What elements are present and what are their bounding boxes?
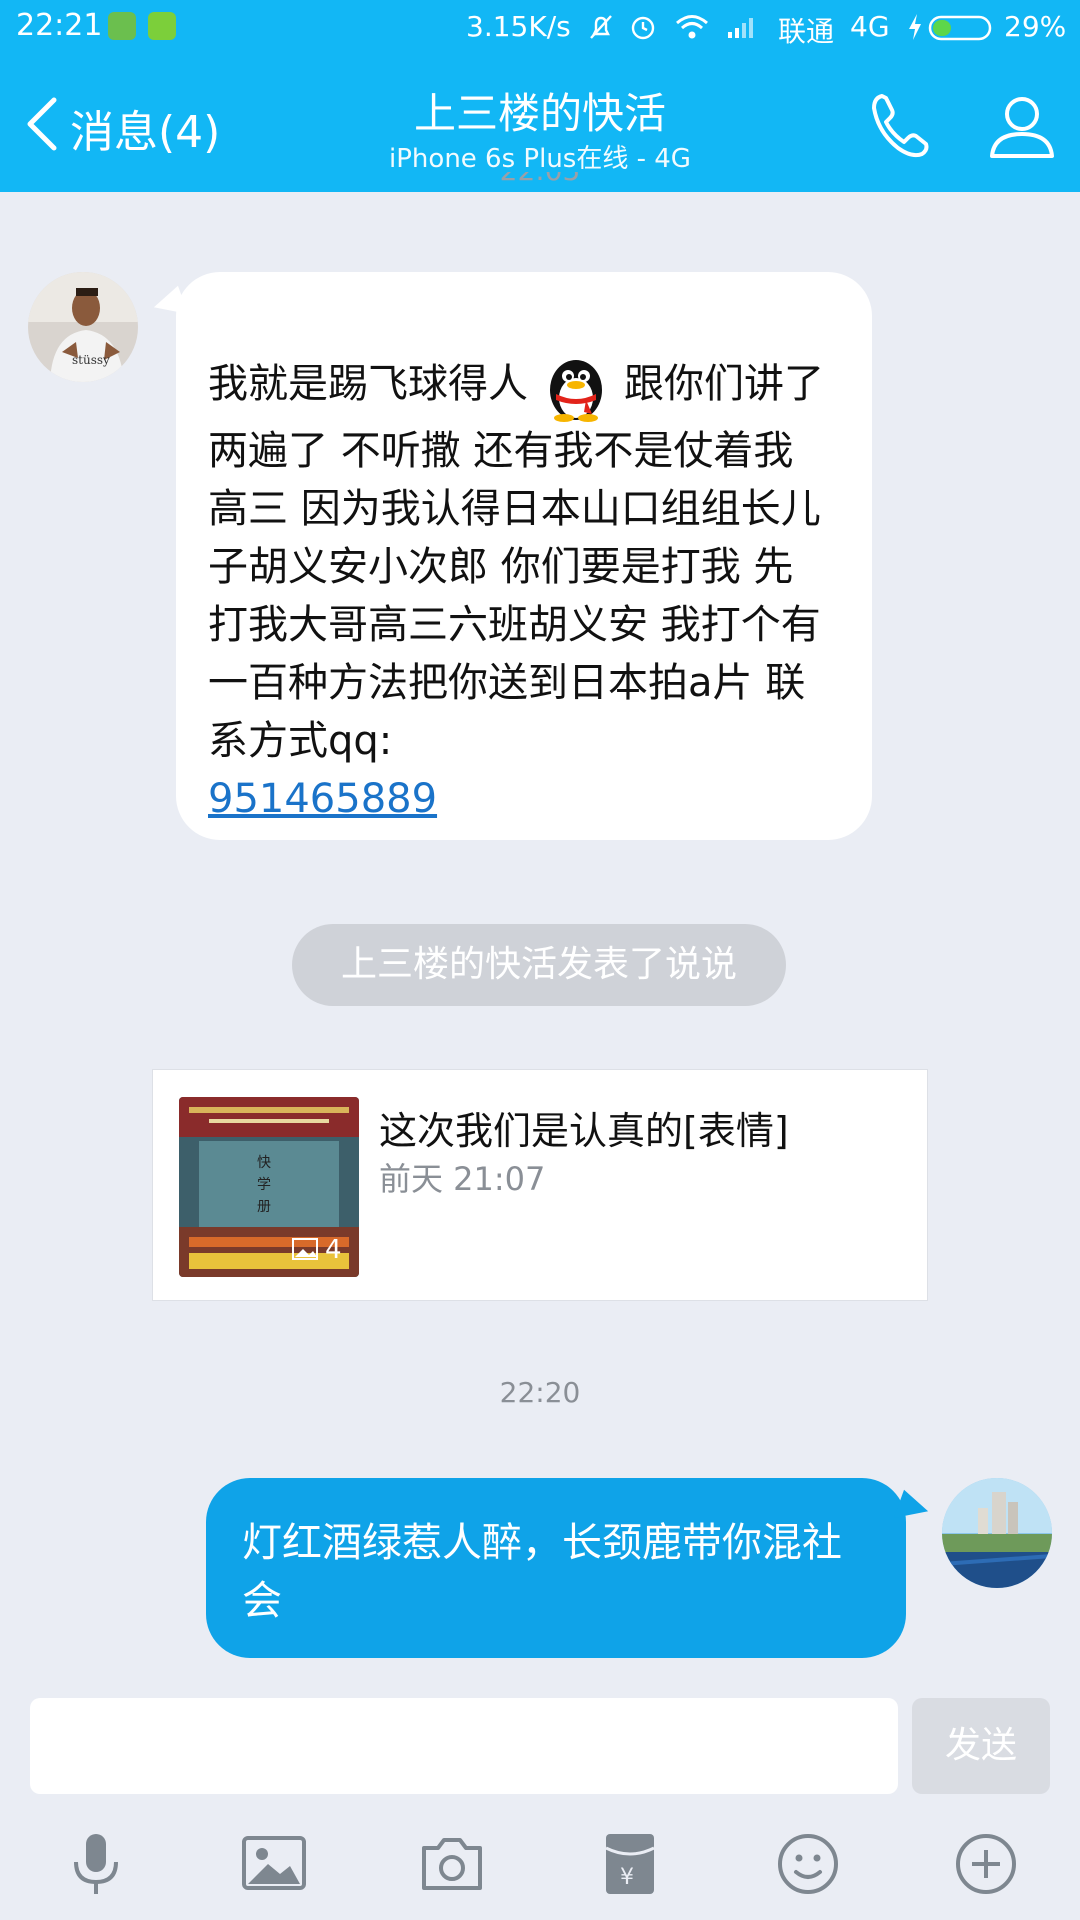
phone-icon[interactable]	[864, 88, 940, 164]
carrier-name: 联通	[778, 15, 835, 48]
signal-icon	[728, 18, 753, 38]
incoming-message-bubble[interactable]: 我就是踢飞球得人 跟你们讲了两遍了 不听撒 还有我不是仗着我高三 因为我认得日本…	[176, 272, 872, 840]
my-avatar[interactable]	[942, 1478, 1052, 1588]
status-time: 22:21	[16, 8, 103, 43]
sim-icon	[148, 12, 176, 40]
alarm-icon	[631, 16, 655, 40]
message-text-after: 跟你们讲了两遍了 不听撒 还有我不是仗着我高三 因为我认得日本山口组组长儿子胡义…	[208, 361, 824, 764]
emoji-icon[interactable]	[772, 1828, 844, 1900]
outgoing-message-bubble[interactable]: 灯红酒绿惹人醉，长颈鹿带你混社会	[206, 1478, 906, 1658]
shield-icon	[108, 12, 136, 40]
post-text: 这次我们是认真的[表情]	[379, 1109, 789, 1153]
camera-icon[interactable]	[416, 1828, 488, 1900]
charging-icon	[909, 14, 921, 40]
network-type: 4G	[850, 10, 890, 43]
shared-post-card[interactable]: 快 学 册 4 这次我们是认真的[表情] 前天 21:07	[152, 1069, 928, 1301]
battery-icon	[928, 15, 992, 41]
image-count: 4	[325, 1235, 342, 1265]
message-text-before: 我就是踢飞球得人	[208, 361, 528, 407]
gallery-icon	[292, 1238, 318, 1260]
chat-title: 上三楼的快活	[413, 89, 666, 138]
top-bar: 22:21 3.15K/s 联通 4G 29% 消息(4) 上三楼的快活 iPh…	[0, 0, 1080, 192]
avatar-image: stüssy	[28, 272, 138, 382]
outgoing-message-text: 灯红酒绿惹人醉，长颈鹿带你混社会	[242, 1520, 842, 1624]
send-button[interactable]: 发送	[912, 1698, 1050, 1794]
composer-area: 发送 ¥	[0, 1680, 1080, 1920]
image-icon[interactable]	[238, 1828, 310, 1900]
qq-number-link[interactable]: 951465889	[208, 776, 437, 822]
status-bar: 22:21 3.15K/s 联通 4G 29%	[0, 0, 1080, 56]
red-envelope-icon[interactable]: ¥	[594, 1828, 666, 1900]
battery-percent: 29%	[1004, 10, 1067, 43]
message-input[interactable]	[30, 1698, 898, 1794]
svg-text:快: 快	[257, 1155, 271, 1171]
online-status: iPhone 6s Plus在线 - 4G	[389, 144, 691, 174]
svg-text:册: 册	[257, 1199, 271, 1215]
sender-avatar[interactable]: stüssy	[28, 272, 138, 382]
svg-text:stüssy: stüssy	[72, 353, 110, 367]
microphone-icon[interactable]	[60, 1828, 132, 1900]
chevron-left-icon	[27, 97, 57, 151]
my-avatar-image	[942, 1478, 1052, 1588]
mute-icon	[590, 15, 612, 39]
profile-icon[interactable]	[984, 88, 1060, 164]
wifi-icon	[676, 15, 708, 39]
svg-text:¥: ¥	[620, 1865, 634, 1890]
plus-icon[interactable]	[950, 1828, 1022, 1900]
back-button[interactable]: 消息(4)	[24, 92, 224, 158]
qq-penguin-emoji	[550, 360, 602, 422]
network-speed: 3.15K/s	[466, 10, 571, 43]
cut-off-timestamp: 22:05	[0, 172, 1080, 194]
message-timestamp: 22:20	[499, 1376, 581, 1409]
post-date: 前天 21:07	[379, 1160, 546, 1198]
system-notice: 上三楼的快活发表了说说	[292, 924, 786, 1006]
svg-text:学: 学	[257, 1177, 271, 1193]
back-label: 消息(4)	[70, 107, 221, 158]
post-thumbnail: 快 学 册 4	[179, 1097, 359, 1277]
